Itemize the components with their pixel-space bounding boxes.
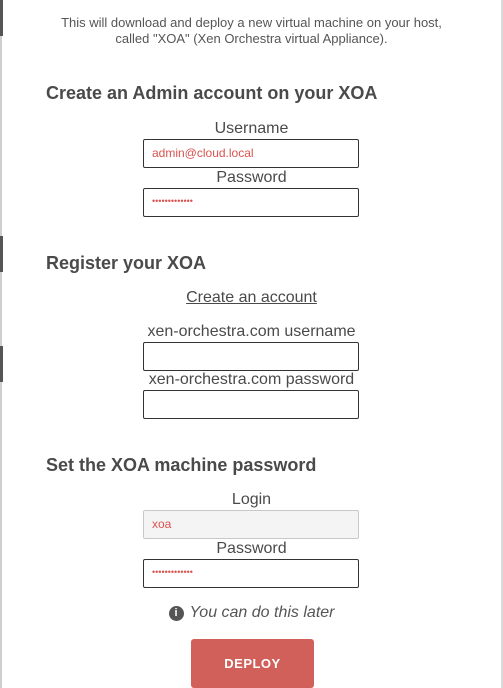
xo-username-label: xen-orchestra.com username	[147, 323, 356, 340]
xo-password-label: xen-orchestra.com password	[148, 371, 355, 388]
intro-text: This will download and deploy a new virt…	[0, 15, 503, 47]
hint-text: You can do this later	[189, 604, 335, 621]
deploy-button[interactable]: DEPLOY	[191, 639, 314, 688]
machine-password-value: •••••••••••••	[152, 567, 193, 577]
username-label: Username	[214, 120, 289, 137]
machine-section-title: Set the XOA machine password	[46, 455, 317, 475]
create-account-link[interactable]: Create an account	[0, 289, 503, 307]
intro-line-1: This will download and deploy a new virt…	[61, 15, 442, 30]
login-value: xoa	[152, 517, 172, 531]
machine-password-input[interactable]: •••••••••••••	[143, 559, 359, 588]
username-value: admin@cloud.local	[152, 146, 254, 160]
username-input[interactable]: admin@cloud.local	[143, 139, 359, 168]
admin-section-title: Create an Admin account on your XOA	[46, 83, 378, 103]
left-edge-mark	[0, 236, 3, 272]
xo-username-input[interactable]	[143, 342, 359, 371]
intro-line-2: called "XOA" (Xen Orchestra virtual Appl…	[115, 31, 388, 46]
login-label: Login	[231, 491, 272, 508]
password-label: Password	[216, 169, 287, 186]
skip-hint: i You can do this later	[0, 604, 503, 622]
machine-password-label: Password	[216, 540, 287, 557]
info-circle-icon: i	[168, 606, 184, 621]
left-border	[0, 0, 2, 688]
password-input[interactable]: •••••••••••••	[143, 188, 359, 217]
xo-password-input[interactable]	[143, 390, 359, 419]
register-section-title: Register your XOA	[46, 253, 207, 273]
login-input[interactable]: xoa	[143, 510, 359, 539]
password-value: •••••••••••••	[152, 196, 193, 206]
